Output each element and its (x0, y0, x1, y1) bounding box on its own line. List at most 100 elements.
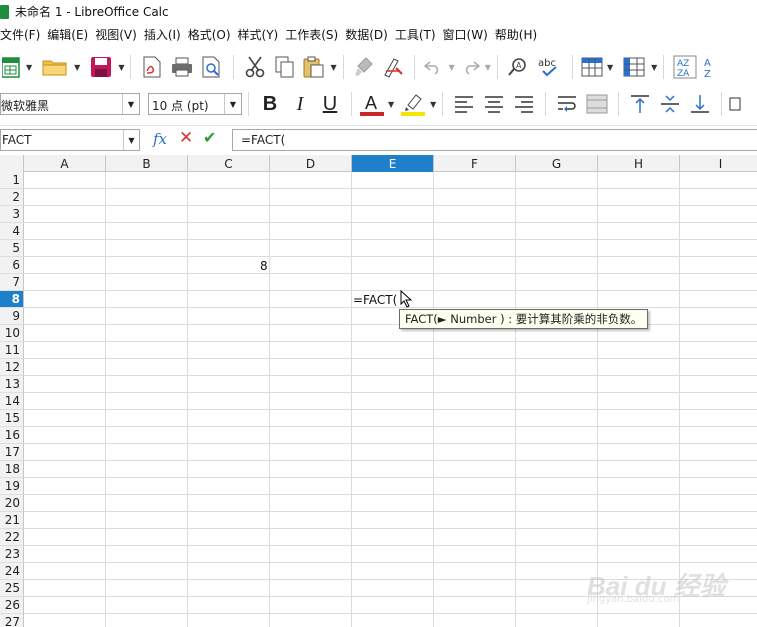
italic-button[interactable]: I (285, 90, 315, 118)
row-header-19[interactable]: 19 (0, 478, 24, 495)
cell-e8[interactable]: =FACT( (353, 293, 397, 307)
font-size-dropdown-arrow[interactable]: ▼ (224, 94, 241, 114)
bold-button[interactable]: B (255, 90, 285, 118)
cell-c6[interactable]: 8 (260, 259, 268, 273)
row-header-16[interactable]: 16 (0, 427, 24, 444)
row-header-9[interactable]: 9 (0, 308, 24, 325)
copy-button[interactable] (270, 53, 300, 81)
row-header-12[interactable]: 12 (0, 359, 24, 376)
row-header-24[interactable]: 24 (0, 563, 24, 580)
open-dropdown-arrow[interactable]: ▼ (74, 63, 80, 72)
font-name-dropdown-arrow[interactable]: ▼ (122, 94, 139, 114)
column-header-d[interactable]: D (270, 155, 352, 172)
column-header-a[interactable]: A (24, 155, 106, 172)
row-dropdown-arrow[interactable]: ▼ (607, 63, 613, 72)
redo-dropdown-arrow[interactable]: ▼ (485, 63, 491, 72)
name-box[interactable]: FACT ▼ (0, 129, 140, 151)
column-header-c[interactable]: C (188, 155, 270, 172)
menu-help[interactable]: 帮助(H) (495, 26, 544, 43)
row-header-2[interactable]: 2 (0, 189, 24, 206)
row-header-25[interactable]: 25 (0, 580, 24, 597)
cut-button[interactable] (240, 53, 270, 81)
print-button[interactable] (167, 53, 197, 81)
menu-edit[interactable]: 编辑(E) (47, 26, 95, 43)
row-header-23[interactable]: 23 (0, 546, 24, 563)
highlight-color-button[interactable] (398, 90, 428, 118)
cancel-icon[interactable]: ✕ (179, 128, 193, 148)
more-options-button[interactable] (728, 90, 742, 118)
align-middle-button[interactable] (655, 90, 685, 118)
row-header-27[interactable]: 27 (0, 614, 24, 627)
row-header-22[interactable]: 22 (0, 529, 24, 546)
paste-button[interactable] (300, 53, 328, 81)
column-header-i[interactable]: I (680, 155, 757, 172)
row-header-1[interactable]: 1 (0, 172, 24, 189)
clear-formatting-button[interactable] (378, 53, 408, 81)
row-header-5[interactable]: 5 (0, 240, 24, 257)
menu-sheet[interactable]: 工作表(S) (285, 26, 345, 43)
new-spreadsheet-button[interactable] (0, 53, 24, 81)
row-header-13[interactable]: 13 (0, 376, 24, 393)
function-wizard-icon[interactable]: fx (153, 130, 167, 148)
row-header-6[interactable]: 6 (0, 257, 24, 274)
row-header-3[interactable]: 3 (0, 206, 24, 223)
column-header-g[interactable]: G (516, 155, 598, 172)
new-dropdown-arrow[interactable]: ▼ (26, 63, 32, 72)
font-color-button[interactable]: A (358, 90, 386, 118)
undo-button[interactable] (421, 53, 447, 81)
row-header-18[interactable]: 18 (0, 461, 24, 478)
row-header-17[interactable]: 17 (0, 444, 24, 461)
spelling-button[interactable]: abc (534, 53, 566, 81)
column-header-b[interactable]: B (106, 155, 188, 172)
redo-button[interactable] (457, 53, 483, 81)
undo-dropdown-arrow[interactable]: ▼ (449, 63, 455, 72)
column-header-h[interactable]: H (598, 155, 680, 172)
clone-formatting-button[interactable] (350, 53, 378, 81)
row-header-14[interactable]: 14 (0, 393, 24, 410)
font-name-combobox[interactable]: 微软雅黑 ▼ (0, 93, 140, 115)
merge-cells-button[interactable] (582, 90, 612, 118)
column-dropdown-arrow[interactable]: ▼ (651, 63, 657, 72)
find-replace-button[interactable]: A (504, 53, 534, 81)
accept-icon[interactable]: ✔ (203, 128, 216, 147)
menu-tools[interactable]: 工具(T) (395, 26, 443, 43)
menu-styles[interactable]: 样式(Y) (238, 26, 286, 43)
align-bottom-button[interactable] (685, 90, 715, 118)
sort-button[interactable]: AZ ZA (670, 53, 700, 81)
wrap-text-button[interactable] (552, 90, 582, 118)
highlight-dropdown-arrow[interactable]: ▼ (430, 100, 436, 109)
underline-button[interactable]: U (315, 90, 345, 118)
row-header-11[interactable]: 11 (0, 342, 24, 359)
paste-dropdown-arrow[interactable]: ▼ (330, 63, 336, 72)
font-size-combobox[interactable]: 10 点 (pt) ▼ (148, 93, 242, 115)
row-header-8[interactable]: 8 (0, 291, 24, 308)
select-all-corner[interactable] (0, 155, 24, 172)
menu-window[interactable]: 窗口(W) (443, 26, 495, 43)
column-header-f[interactable]: F (434, 155, 516, 172)
formula-input[interactable]: =FACT( (232, 129, 757, 151)
align-left-button[interactable] (449, 90, 479, 118)
sort-ascending-button[interactable]: AZ (700, 53, 720, 81)
save-button[interactable] (86, 53, 116, 81)
row-header-15[interactable]: 15 (0, 410, 24, 427)
menu-file[interactable]: 文件(F) (0, 26, 47, 43)
font-color-dropdown-arrow[interactable]: ▼ (388, 100, 394, 109)
column-button[interactable] (619, 53, 649, 81)
menu-data[interactable]: 数据(D) (345, 26, 395, 43)
name-box-dropdown-arrow[interactable]: ▼ (123, 130, 139, 150)
row-header-20[interactable]: 20 (0, 495, 24, 512)
row-header-26[interactable]: 26 (0, 597, 24, 614)
menu-view[interactable]: 视图(V) (95, 26, 144, 43)
open-button[interactable] (38, 53, 72, 81)
menu-insert[interactable]: 插入(I) (144, 26, 188, 43)
row-header-4[interactable]: 4 (0, 223, 24, 240)
save-dropdown-arrow[interactable]: ▼ (118, 63, 124, 72)
row-header-10[interactable]: 10 (0, 325, 24, 342)
export-pdf-button[interactable] (137, 53, 167, 81)
column-header-e[interactable]: E (352, 155, 434, 172)
align-top-button[interactable] (625, 90, 655, 118)
align-center-button[interactable] (479, 90, 509, 118)
menu-format[interactable]: 格式(O) (188, 26, 238, 43)
print-preview-button[interactable] (197, 53, 227, 81)
row-header-21[interactable]: 21 (0, 512, 24, 529)
